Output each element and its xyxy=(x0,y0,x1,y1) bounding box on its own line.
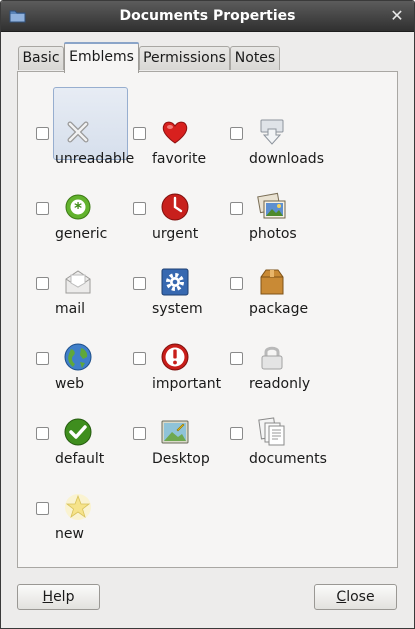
emblems-panel: unreadable favorite downloads * generic xyxy=(17,71,398,568)
emblem-unreadable[interactable]: unreadable xyxy=(18,82,134,167)
lock-icon xyxy=(257,342,287,372)
checkmark-icon xyxy=(63,417,93,447)
emblem-checkbox[interactable] xyxy=(133,427,146,440)
emblem-generic[interactable]: * generic xyxy=(18,157,114,242)
tab-permissions[interactable]: Permissions xyxy=(139,46,230,70)
emblem-checkbox[interactable] xyxy=(133,352,146,365)
emblem-checkbox[interactable] xyxy=(36,352,49,365)
emblem-label: documents xyxy=(249,451,327,467)
emblem-checkbox[interactable] xyxy=(230,277,243,290)
emblem-checkbox[interactable] xyxy=(36,427,49,440)
heart-icon xyxy=(160,117,190,147)
download-icon xyxy=(257,117,287,147)
close-button-label: lose xyxy=(346,589,375,605)
star-icon xyxy=(63,492,93,522)
emblem-checkbox[interactable] xyxy=(36,502,49,515)
photo-icon xyxy=(257,192,287,222)
title-bar[interactable]: Documents Properties ✕ xyxy=(1,1,414,32)
emblem-label: Desktop xyxy=(152,451,210,467)
exclamation-icon xyxy=(160,342,190,372)
tab-basic[interactable]: Basic xyxy=(18,46,64,70)
emblem-system[interactable]: system xyxy=(115,232,211,317)
x-icon xyxy=(63,117,93,147)
emblem-checkbox[interactable] xyxy=(230,202,243,215)
emblem-checkbox[interactable] xyxy=(36,277,49,290)
emblem-checkbox[interactable] xyxy=(230,352,243,365)
emblem-checkbox[interactable] xyxy=(36,202,49,215)
close-icon[interactable]: ✕ xyxy=(388,7,406,25)
emblem-documents[interactable]: documents xyxy=(212,382,327,467)
envelope-icon xyxy=(63,267,93,297)
emblem-checkbox[interactable] xyxy=(133,277,146,290)
emblem-checkbox[interactable] xyxy=(133,127,146,140)
emblem-downloads[interactable]: downloads xyxy=(212,82,324,167)
package-icon xyxy=(257,267,287,297)
help-button-label: elp xyxy=(53,589,75,605)
tab-notes[interactable]: Notes xyxy=(230,46,280,70)
emblem-important[interactable]: important xyxy=(115,307,221,392)
emblem-desktop[interactable]: Desktop xyxy=(115,382,211,467)
emblem-checkbox[interactable] xyxy=(230,127,243,140)
emblem-readonly[interactable]: readonly xyxy=(212,307,310,392)
clock-icon xyxy=(160,192,190,222)
emblem-mail[interactable]: mail xyxy=(18,232,114,317)
gear-icon xyxy=(160,267,190,297)
help-button[interactable]: Help xyxy=(17,584,100,610)
emblem-checkbox[interactable] xyxy=(133,202,146,215)
properties-window: Documents Properties ✕ Basic Emblems Per… xyxy=(0,0,415,629)
documents-icon xyxy=(257,417,287,447)
emblem-urgent[interactable]: urgent xyxy=(115,157,211,242)
emblem-web[interactable]: web xyxy=(18,307,114,392)
emblem-default[interactable]: default xyxy=(18,382,114,467)
emblem-checkbox[interactable] xyxy=(36,127,49,140)
globe-icon xyxy=(63,342,93,372)
asterisk-icon: * xyxy=(63,192,93,222)
emblem-favorite[interactable]: favorite xyxy=(115,82,211,167)
emblem-package[interactable]: package xyxy=(212,232,308,317)
close-button[interactable]: Close xyxy=(314,584,397,610)
tab-emblems[interactable]: Emblems xyxy=(64,42,139,73)
emblem-label: new xyxy=(55,526,84,542)
desktop-icon xyxy=(160,417,190,447)
emblem-checkbox[interactable] xyxy=(230,427,243,440)
emblem-new[interactable]: new xyxy=(18,457,114,542)
svg-text:*: * xyxy=(74,199,82,217)
emblem-photos[interactable]: photos xyxy=(212,157,308,242)
window-title: Documents Properties xyxy=(119,8,296,24)
